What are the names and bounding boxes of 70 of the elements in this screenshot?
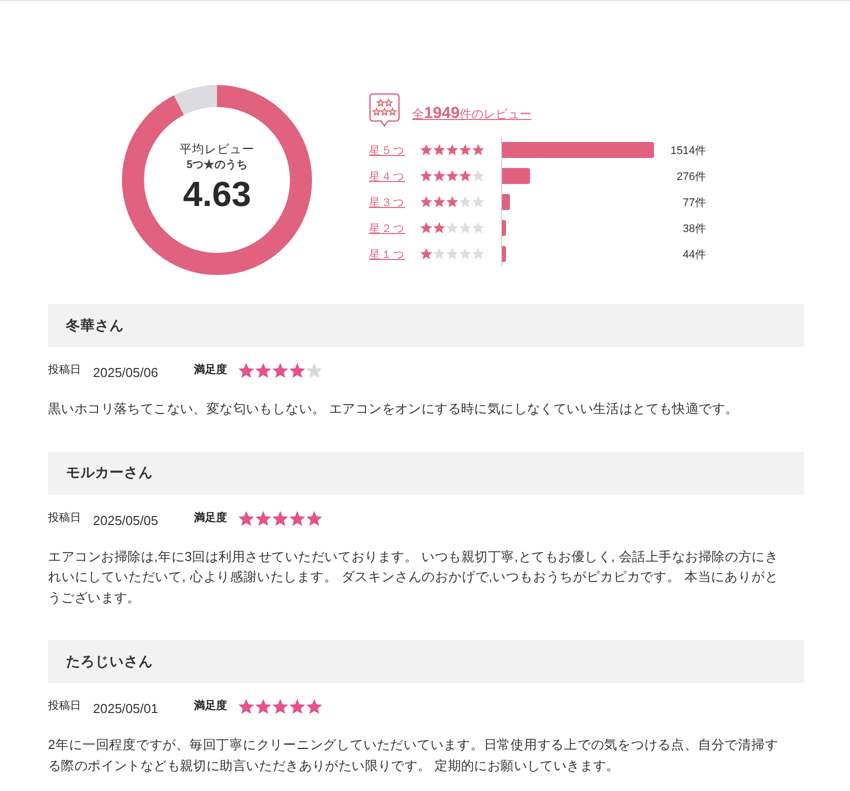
star-icon <box>433 144 446 156</box>
review-text: 2年に一回程度ですが、毎回丁寧にクリーニングしていただいています。日常使用する上での気をつける点、自分で清掃する際のポイントなども親切に助言いただきありがたい限りです。 定期的にお願いしていきます。 <box>48 736 778 774</box>
review-count: 276件 <box>676 170 706 184</box>
star-filter-link[interactable]: 星５つ <box>369 144 405 156</box>
average-rating: 4.63 <box>182 175 252 215</box>
star-icon <box>459 222 472 234</box>
star-icon <box>306 699 322 715</box>
rating-caption: 平均レビュー <box>180 141 254 157</box>
star-icon <box>446 144 458 156</box>
star-icon <box>420 144 432 156</box>
rating-label: 満足度 <box>194 510 227 526</box>
reviewer-name: モルカーさん <box>66 464 153 482</box>
review-count: 1514件 <box>670 144 706 158</box>
review-count: 77件 <box>682 196 706 210</box>
star-icon <box>472 222 484 234</box>
review-stars-icon <box>369 92 400 126</box>
all-reviews-link[interactable]: 全1949件のレビュー <box>412 104 532 122</box>
star-icon <box>446 170 458 182</box>
star-icon <box>472 170 484 182</box>
review-count: 44件 <box>682 248 706 262</box>
star-icon <box>433 248 446 260</box>
star-icon <box>238 363 254 379</box>
star-filter-link[interactable]: 星１つ <box>369 248 405 260</box>
reviewer-name: 冬華さん <box>66 316 124 334</box>
star-icon <box>459 170 472 182</box>
star-icon <box>420 170 432 182</box>
date-label: 投稿日 <box>48 510 81 526</box>
star-icon <box>255 699 272 715</box>
star-icon <box>472 144 484 156</box>
star-filter-link[interactable]: 星３つ <box>369 196 405 208</box>
star-filter-link[interactable]: 星４つ <box>369 170 405 182</box>
star-icon <box>238 699 254 715</box>
star-icon <box>433 222 446 234</box>
rating-label: 満足度 <box>194 698 227 714</box>
rating-scale-caption: 5つ★のうち <box>186 158 248 173</box>
star-icon <box>446 222 458 234</box>
review-date: 2025/05/05 <box>93 512 160 530</box>
star-icon <box>306 363 322 379</box>
star-icon <box>446 248 458 260</box>
reviewer-name: たろじいさん <box>66 652 153 670</box>
date-label: 投稿日 <box>48 699 81 714</box>
star-icon <box>459 144 472 156</box>
star-icon <box>289 363 306 379</box>
review-count: 38件 <box>682 222 706 236</box>
star-icon <box>446 196 458 208</box>
star-icon <box>420 222 432 234</box>
star-icon <box>420 248 432 260</box>
star-icon <box>459 196 472 208</box>
star-icon <box>238 510 254 526</box>
star-icon <box>472 196 484 208</box>
star-icon <box>272 699 288 715</box>
star-icon <box>433 196 446 208</box>
star-icon <box>272 363 288 379</box>
review-text: エアコンお掃除は,年に3回は利用させていただいております。 いつも親切丁寧,とてもお優しく, 会話上手なお掃除の方にきれいにしていただいて, 心より感謝いたします。 ダスキンさんのおかげで,いつもおうちがピカピカです。 本当にありがとうございます。 <box>48 548 778 606</box>
star-icon <box>306 510 322 526</box>
star-icon <box>433 170 446 182</box>
date-label: 投稿日 <box>48 363 81 378</box>
star-icon <box>472 248 484 260</box>
star-icon <box>255 363 272 379</box>
star-icon <box>272 510 288 526</box>
rating-label: 満足度 <box>194 362 227 378</box>
star-icon <box>459 248 472 260</box>
star-icon <box>289 699 306 715</box>
review-text: 黒いホコリ落ちてこない、変な匂いもしない。 エアコンをオンにする時に気にしなくていい生活はとても快適です。 <box>48 400 740 418</box>
star-icon <box>255 510 272 526</box>
star-filter-link[interactable]: 星２つ <box>369 222 405 234</box>
review-date: 2025/05/01 <box>93 700 160 718</box>
star-icon <box>420 196 432 208</box>
star-icon <box>289 510 306 526</box>
review-date: 2025/05/06 <box>93 364 160 382</box>
